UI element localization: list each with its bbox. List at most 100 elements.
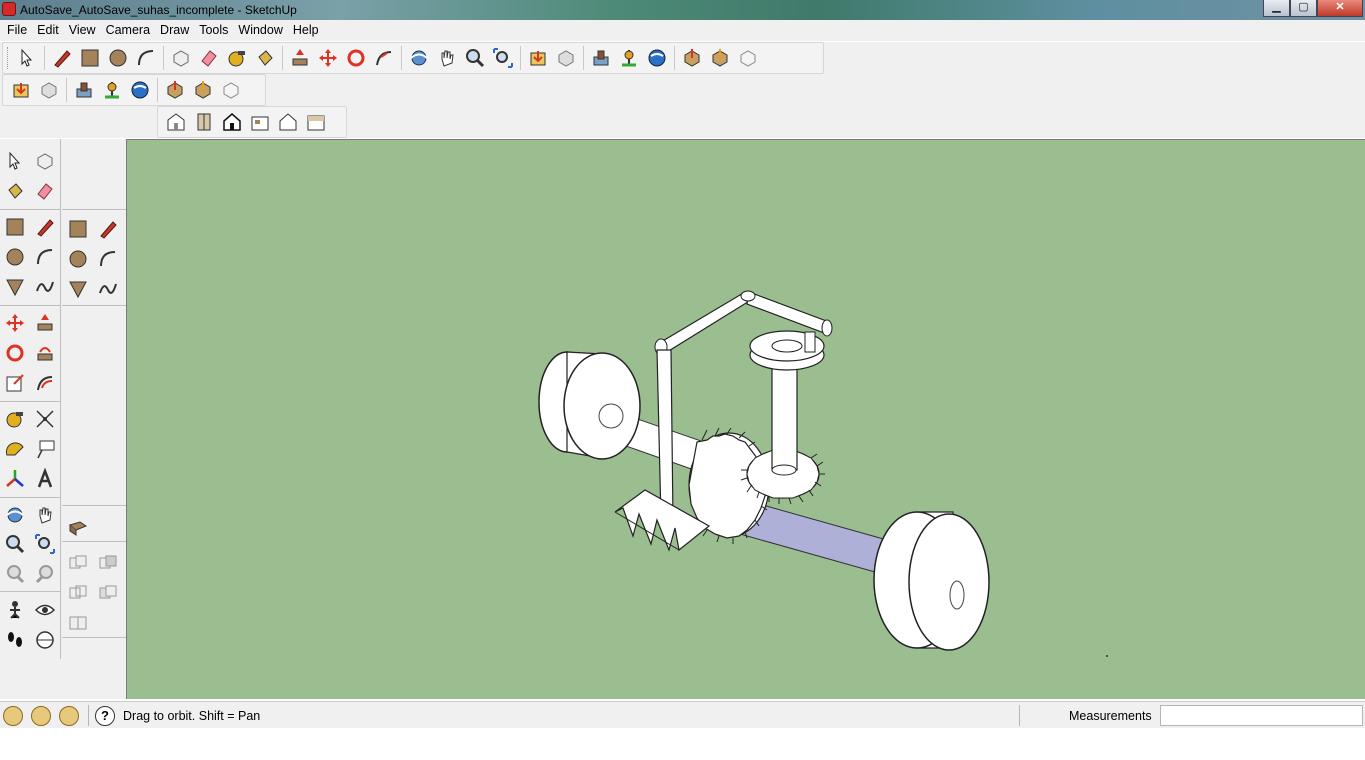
share-component-icon[interactable]	[706, 44, 734, 72]
rectangle-tool-icon[interactable]	[64, 215, 92, 243]
make-component-icon[interactable]	[31, 147, 59, 175]
menu-camera[interactable]: Camera	[101, 20, 155, 41]
intersect-tool-icon[interactable]	[64, 579, 92, 607]
share-model-icon[interactable]	[552, 44, 580, 72]
arc-tool-icon[interactable]	[31, 243, 59, 271]
trim-tool-icon[interactable]	[94, 579, 122, 607]
union-tool-icon[interactable]	[64, 549, 92, 577]
get-models-icon[interactable]	[7, 76, 35, 104]
rectangle-tool-icon[interactable]	[76, 44, 104, 72]
user-account-icon[interactable]	[59, 706, 79, 726]
eraser-tool-icon[interactable]	[31, 177, 59, 205]
google-earth-icon[interactable]	[643, 44, 671, 72]
walk-footprints-icon[interactable]	[1, 626, 29, 654]
circle-tool-icon[interactable]	[1, 243, 29, 271]
google-earth-icon[interactable]	[126, 76, 154, 104]
zoom-magnifier-icon[interactable]	[1, 530, 29, 558]
menu-edit[interactable]: Edit	[32, 20, 64, 41]
paint-bucket-icon[interactable]	[251, 44, 279, 72]
position-camera-icon[interactable]	[1, 596, 29, 624]
add-location-icon[interactable]	[587, 44, 615, 72]
toggle-terrain-icon[interactable]	[615, 44, 643, 72]
scale-tool-icon[interactable]	[1, 369, 29, 397]
move-tool-icon[interactable]	[1, 309, 29, 337]
circle-tool-icon[interactable]	[104, 44, 132, 72]
select-tool-icon[interactable]	[1, 147, 29, 175]
front-view-icon[interactable]	[218, 108, 246, 136]
rotate-tool-icon[interactable]	[342, 44, 370, 72]
pencil-tool-icon[interactable]	[31, 213, 59, 241]
get-component-icon[interactable]	[161, 76, 189, 104]
top-view-icon[interactable]	[190, 108, 218, 136]
pencil-tool-icon[interactable]	[94, 215, 122, 243]
3d-text-icon[interactable]	[31, 465, 59, 493]
zoom-extents-icon[interactable]	[31, 530, 59, 558]
maximize-button[interactable]: ▢	[1290, 0, 1317, 17]
menu-tools[interactable]: Tools	[194, 20, 233, 41]
close-button[interactable]: ✕	[1317, 0, 1363, 17]
split-tool-icon[interactable]	[64, 609, 92, 637]
share-model-icon[interactable]	[35, 76, 63, 104]
push-pull-icon[interactable]	[286, 44, 314, 72]
model-viewport[interactable]	[126, 139, 1365, 699]
freehand-tool-icon[interactable]	[94, 275, 122, 303]
axes-tool-icon[interactable]	[1, 465, 29, 493]
follow-me-icon[interactable]	[370, 44, 398, 72]
freehand-tool-icon[interactable]	[31, 273, 59, 301]
minimize-button[interactable]: ▁	[1263, 0, 1290, 17]
protractor-icon[interactable]	[1, 435, 29, 463]
orbit-tool-icon[interactable]	[1, 501, 29, 529]
pencil-tool-icon[interactable]	[48, 44, 76, 72]
polygon-tool-icon[interactable]	[64, 275, 92, 303]
push-pull-icon[interactable]	[31, 309, 59, 337]
rotate-tool-icon[interactable]	[1, 339, 29, 367]
tape-measure-icon[interactable]	[1, 405, 29, 433]
make-component-icon[interactable]	[167, 44, 195, 72]
measurements-input[interactable]	[1160, 705, 1363, 726]
subtract-tool-icon[interactable]	[94, 549, 122, 577]
dynamic-component-icon[interactable]	[217, 76, 245, 104]
menu-window[interactable]: Window	[233, 20, 287, 41]
left-view-icon[interactable]	[302, 108, 330, 136]
credits-icon[interactable]	[31, 706, 51, 726]
follow-me-icon[interactable]	[31, 339, 59, 367]
next-view-icon[interactable]	[31, 560, 59, 588]
menu-file[interactable]: File	[2, 20, 32, 41]
zoom-extents-icon[interactable]	[489, 44, 517, 72]
pan-hand-icon[interactable]	[433, 44, 461, 72]
paint-bucket-icon[interactable]	[1, 177, 29, 205]
arc-tool-icon[interactable]	[132, 44, 160, 72]
menu-draw[interactable]: Draw	[155, 20, 194, 41]
tape-measure-icon[interactable]	[223, 44, 251, 72]
eraser-tool-icon[interactable]	[195, 44, 223, 72]
share-component-icon[interactable]	[189, 76, 217, 104]
offset-tool-icon[interactable]	[31, 369, 59, 397]
back-view-icon[interactable]	[274, 108, 302, 136]
menu-view[interactable]: View	[64, 20, 101, 41]
toolbar-grip[interactable]	[7, 47, 10, 69]
iso-view-icon[interactable]	[162, 108, 190, 136]
orbit-tool-icon[interactable]	[405, 44, 433, 72]
arc-tool-icon[interactable]	[94, 245, 122, 273]
text-tool-icon[interactable]	[31, 435, 59, 463]
right-view-icon[interactable]	[246, 108, 274, 136]
pan-hand-icon[interactable]	[31, 501, 59, 529]
get-component-icon[interactable]	[678, 44, 706, 72]
select-tool-icon[interactable]	[13, 44, 41, 72]
section-plane-icon[interactable]	[31, 626, 59, 654]
toggle-terrain-icon[interactable]	[98, 76, 126, 104]
dimension-tool-icon[interactable]	[31, 405, 59, 433]
get-models-icon[interactable]	[524, 44, 552, 72]
zoom-magnifier-icon[interactable]	[461, 44, 489, 72]
solid-tools-icon[interactable]	[64, 513, 92, 541]
rectangle-tool-icon[interactable]	[1, 213, 29, 241]
menu-help[interactable]: Help	[288, 20, 324, 41]
previous-view-icon[interactable]	[1, 560, 29, 588]
help-icon[interactable]: ?	[95, 706, 115, 726]
add-location-icon[interactable]	[70, 76, 98, 104]
look-around-eye-icon[interactable]	[31, 596, 59, 624]
polygon-tool-icon[interactable]	[1, 273, 29, 301]
dynamic-component-icon[interactable]	[734, 44, 762, 72]
geo-location-icon[interactable]	[3, 706, 23, 726]
move-tool-icon[interactable]	[314, 44, 342, 72]
